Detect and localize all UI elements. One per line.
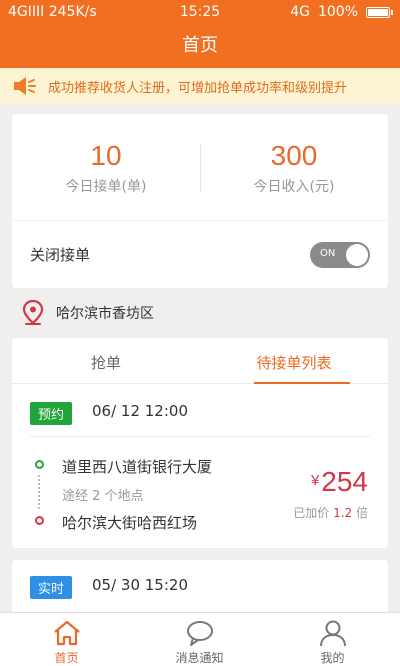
user-icon — [319, 620, 346, 647]
order-to-address: 哈尔滨大街哈西红场 — [62, 514, 198, 532]
toggle-knob — [346, 244, 368, 266]
bottom-nav-home[interactable]: 首页 — [0, 619, 133, 666]
location-text: 哈尔滨市香坊区 — [56, 306, 154, 322]
start-point-icon — [35, 460, 44, 469]
order-via-points: 途经 2 个地点 — [62, 489, 144, 504]
currency-symbol: ¥ — [310, 472, 320, 489]
speaker-icon — [14, 77, 36, 95]
home-icon — [53, 620, 80, 646]
bottom-nav-home-label: 首页 — [54, 651, 79, 665]
bottom-nav: 首页 消息通知 我的 — [0, 612, 400, 666]
tab-pending-orders[interactable]: 待接单列表 — [200, 352, 388, 373]
order-tabs: 抢单 待接单列表 — [12, 338, 388, 384]
today-income-label: 今日收入(元) — [253, 179, 335, 195]
location-pin-icon — [22, 300, 44, 325]
active-tab-indicator — [254, 382, 350, 384]
order-time: 06/ 12 12:00 — [92, 402, 188, 420]
today-income-stat: 300 今日收入(元) — [200, 140, 388, 196]
order-card-2[interactable]: 实时 05/ 30 15:20 — [12, 560, 388, 620]
order-from-address: 道里西八道街银行大厦 — [62, 458, 213, 476]
status-right: 4G 100% — [290, 4, 393, 20]
order-time-2: 05/ 30 15:20 — [92, 576, 188, 594]
markup-value: 1.2 — [333, 506, 353, 520]
close-orders-label: 关闭接单 — [30, 246, 91, 264]
today-orders-stat: 10 今日接单(单) — [12, 140, 200, 196]
status-bar: 4GΙΙΙΙ 245K/s 15:25 4G 100% — [0, 0, 400, 26]
bottom-nav-profile-label: 我的 — [320, 651, 345, 665]
markup-prefix: 已加价 — [293, 506, 330, 520]
order-price: ¥254 — [311, 466, 368, 498]
location-row[interactable]: 哈尔滨市香坊区 — [22, 300, 154, 326]
network-type: 4G — [290, 4, 310, 20]
battery-icon — [366, 6, 393, 18]
price-value: 254 — [321, 466, 368, 497]
today-income-value: 300 — [270, 140, 318, 171]
bottom-nav-messages-label: 消息通知 — [175, 651, 224, 665]
battery-level: 100% — [317, 4, 358, 20]
order-type-badge-2: 实时 — [30, 576, 73, 599]
stats-separator — [12, 220, 388, 221]
orders-panel: 抢单 待接单列表 预约 06/ 12 12:00 道里西八道街银行大厦 途经 2… — [12, 338, 388, 548]
today-orders-value: 10 — [90, 140, 122, 171]
markup-suffix: 倍 — [355, 506, 368, 520]
notice-text: 成功推荐收货人注册，可增加抢单成功率和级别提升 — [48, 80, 348, 96]
notice-banner[interactable]: 成功推荐收货人注册，可增加抢单成功率和级别提升 — [0, 68, 400, 104]
stats-card: 10 今日接单(单) 300 今日收入(元) 关闭接单 ON — [12, 114, 388, 288]
close-orders-toggle[interactable]: ON — [310, 242, 370, 268]
order-divider — [30, 436, 370, 437]
route-dots — [38, 475, 40, 509]
toggle-label: ON — [320, 248, 336, 259]
today-orders-label: 今日接单(单) — [65, 179, 147, 195]
bottom-nav-profile[interactable]: 我的 — [266, 619, 399, 666]
page-title: 首页 — [182, 35, 218, 56]
bottom-nav-messages[interactable]: 消息通知 — [133, 619, 266, 666]
tab-grab-orders[interactable]: 抢单 — [12, 352, 200, 373]
nav-bar: 首页 — [0, 26, 400, 68]
order-type-badge: 预约 — [30, 402, 73, 425]
chat-icon — [186, 621, 213, 646]
order-markup: 已加价 1.2 倍 — [293, 504, 368, 521]
end-point-icon — [35, 516, 44, 525]
